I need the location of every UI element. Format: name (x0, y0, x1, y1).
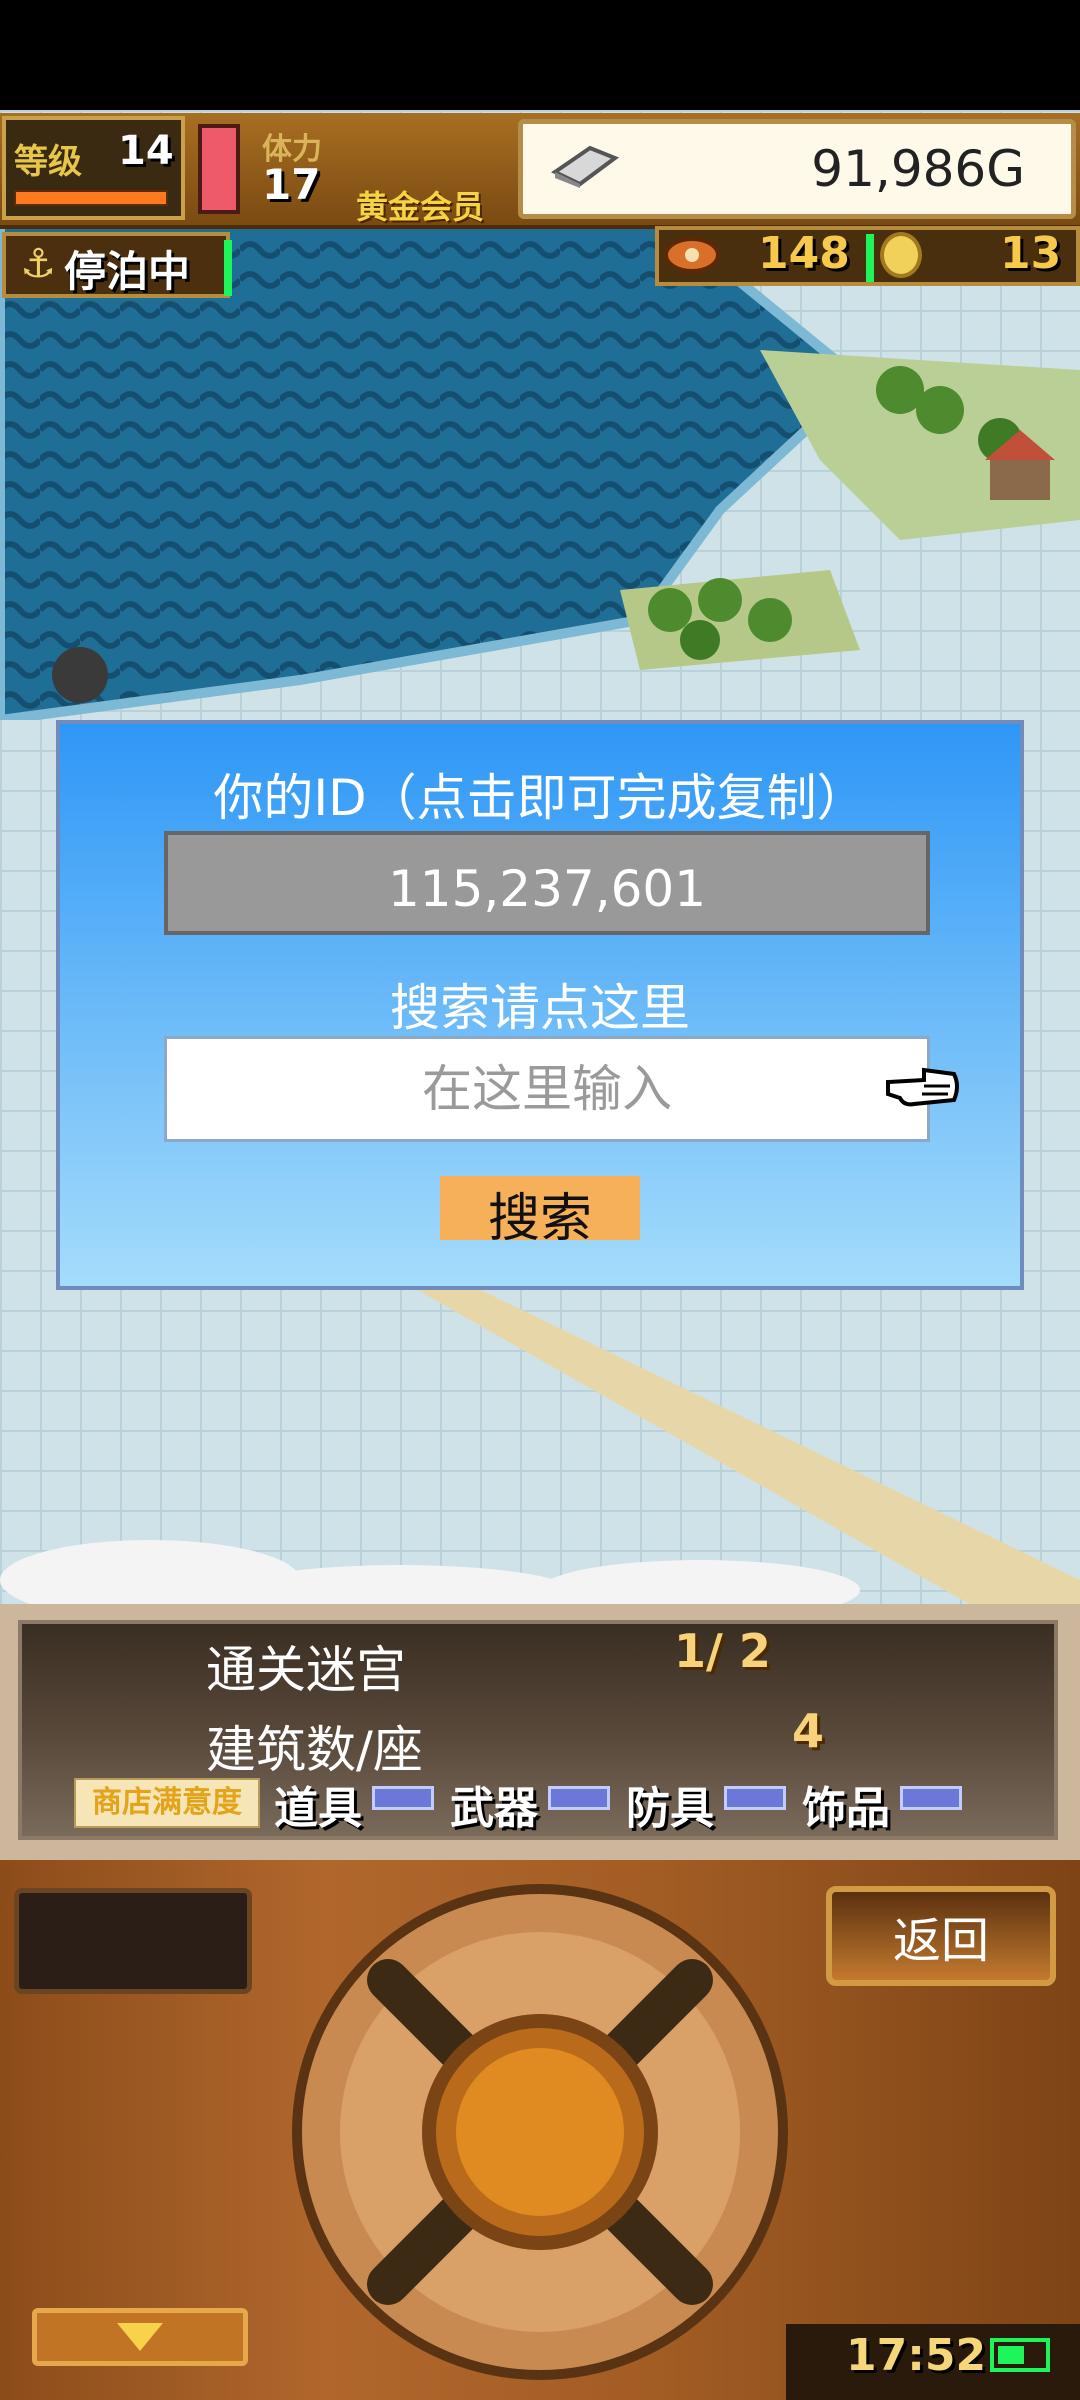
chevron-down-icon (117, 2323, 163, 2351)
vip-badge: 黄金会员 (356, 188, 485, 226)
category-weapons: 武器 (450, 1783, 538, 1834)
directional-pad[interactable] (288, 1880, 792, 2384)
category-weapons-bar (548, 1786, 610, 1810)
exp-bar (14, 190, 168, 206)
building-count-value: 4 (792, 1704, 825, 1758)
silver-ingot-icon (551, 145, 620, 188)
stamina-gauge (198, 124, 240, 214)
dialog-title: 你的ID（点击即可完成复制） (213, 769, 867, 827)
user-id-value[interactable]: 115,237,601 (164, 860, 930, 918)
beach-path (0, 1280, 1080, 1610)
category-armor-bar (724, 1786, 786, 1810)
anchor-icon: ⚓ (20, 241, 56, 287)
gold-amount: 91,986G (811, 140, 1025, 198)
category-items: 道具 (274, 1783, 362, 1834)
resource-separator (866, 234, 874, 282)
search-label: 搜索请点这里 (390, 979, 690, 1037)
menu-down-button[interactable] (32, 2308, 248, 2366)
battery-level (998, 2346, 1024, 2364)
dungeon-cleared-value: 1/ 2 (674, 1624, 771, 1678)
level-label: 等级 (14, 142, 82, 182)
docked-status-label: 停泊中 (64, 247, 191, 296)
medal-count: 13 (1000, 228, 1062, 279)
level-value: 14 (118, 128, 174, 174)
back-button[interactable]: 返回 (826, 1886, 1056, 1986)
medal-coin-icon (880, 232, 922, 278)
category-accessories-bar (900, 1786, 962, 1810)
search-button[interactable]: 搜索 (440, 1176, 640, 1249)
category-armor: 防具 (626, 1783, 714, 1834)
pointing-hand-icon (886, 1067, 959, 1107)
dungeon-cleared-label: 通关迷宫 (206, 1641, 406, 1699)
meat-count: 148 (758, 228, 850, 279)
clock: 17:52 (846, 2330, 987, 2381)
status-indicator (224, 240, 232, 296)
mini-screen (14, 1888, 252, 1994)
search-input[interactable] (164, 1036, 930, 1142)
category-items-bar (372, 1786, 434, 1810)
stamina-value: 17 (262, 160, 321, 209)
shop-satisfaction-label: 商店满意度 (74, 1778, 260, 1828)
category-accessories: 饰品 (802, 1783, 890, 1834)
meat-icon (664, 237, 720, 273)
